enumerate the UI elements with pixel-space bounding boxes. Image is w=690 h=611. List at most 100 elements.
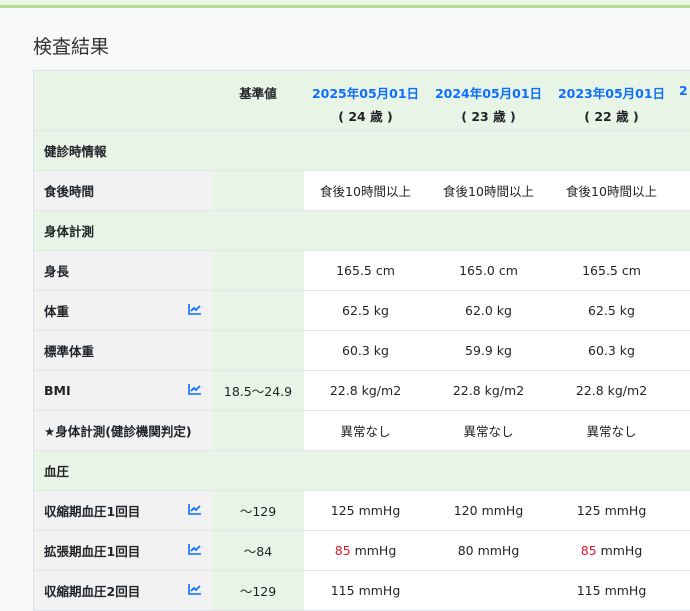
item-label: 身長: [44, 264, 70, 279]
item-label-cell: ★身体計測(健診機関判定): [34, 411, 212, 450]
value: 85: [334, 543, 351, 558]
result-value: [673, 171, 690, 210]
date-link[interactable]: 2025年05月01日: [312, 83, 419, 102]
result-value: 165.5 cm: [304, 251, 427, 290]
value: 62.5 kg: [588, 303, 635, 318]
value: 115: [576, 583, 601, 598]
base-value: [212, 251, 304, 290]
top-bar: [0, 0, 690, 8]
result-value: 62.5 kg: [304, 291, 427, 330]
chart-icon[interactable]: [188, 383, 202, 398]
table-row: 収縮期血圧2回目 〜129 115 mmHg 115 mmHg: [34, 571, 690, 611]
result-value: [427, 571, 550, 610]
item-label: 拡張期血圧1回目: [44, 544, 141, 559]
item-label-cell: 体重: [34, 291, 212, 330]
item-label: 食後時間: [44, 184, 95, 199]
value: 食後10時間以上: [320, 184, 411, 199]
chart-icon[interactable]: [188, 503, 202, 518]
value: 80: [457, 543, 474, 558]
date-link[interactable]: 2: [679, 83, 688, 98]
base-value: 〜129: [212, 571, 304, 610]
value: 異常なし: [463, 424, 514, 439]
result-value: 62.5 kg: [550, 291, 673, 330]
header-date-col[interactable]: 2024年05月01日 ( 23 歳 ): [427, 71, 550, 130]
value: 165.5 cm: [336, 263, 395, 278]
section-label: 身体計測: [44, 224, 95, 239]
table-row: 拡張期血圧1回目 〜84 85 mmHg 80 mmHg 85 mmHg: [34, 531, 690, 571]
result-value: [673, 291, 690, 330]
base-value: [212, 291, 304, 330]
chart-icon[interactable]: [188, 543, 202, 558]
value: 165.5 cm: [582, 263, 641, 278]
result-value: 60.3 kg: [550, 331, 673, 370]
result-value: [673, 411, 690, 450]
result-value: 食後10時間以上: [550, 171, 673, 210]
unit: mmHg: [473, 543, 520, 558]
item-label-cell: 身長: [34, 251, 212, 290]
date-link[interactable]: 2023年05月01日: [558, 83, 665, 102]
value: 165.0 cm: [459, 263, 518, 278]
item-label-cell: 収縮期血圧1回目: [34, 491, 212, 530]
table-row: 体重 62.5 kg 62.0 kg 62.5 kg: [34, 291, 690, 331]
result-value: 異常なし: [304, 411, 427, 450]
section-row: 血圧: [34, 451, 690, 491]
item-label: 収縮期血圧1回目: [44, 504, 141, 519]
base-value: [212, 331, 304, 370]
result-value: 85 mmHg: [304, 531, 427, 570]
result-value: 165.5 cm: [550, 251, 673, 290]
unit: mmHg: [350, 543, 397, 558]
table-header: 基準値 2025年05月01日 ( 24 歳 ) 2024年05月01日 ( 23 …: [34, 71, 690, 131]
result-value: [673, 571, 690, 610]
header-base: 基準値: [239, 86, 277, 101]
value: 60.3 kg: [342, 343, 389, 358]
item-label: BMI: [44, 383, 71, 398]
value: 60.3 kg: [588, 343, 635, 358]
item-label-cell: 拡張期血圧1回目: [34, 531, 212, 570]
unit: mmHg: [477, 503, 524, 518]
value: 59.9 kg: [465, 343, 512, 358]
result-value: 80 mmHg: [427, 531, 550, 570]
result-value: 115 mmHg: [550, 571, 673, 610]
chart-icon[interactable]: [188, 583, 202, 598]
result-value: [673, 531, 690, 570]
item-label: 収縮期血圧2回目: [44, 584, 141, 599]
value: 125: [330, 503, 355, 518]
item-label-cell: 収縮期血圧2回目: [34, 571, 212, 610]
header-date-col[interactable]: 2025年05月01日 ( 24 歳 ): [304, 71, 427, 130]
table-row: 標準体重 60.3 kg 59.9 kg 60.3 kg: [34, 331, 690, 371]
result-value: 22.8 kg/m2: [427, 371, 550, 410]
result-value: 115 mmHg: [304, 571, 427, 610]
table-row: 収縮期血圧1回目 〜129 125 mmHg 120 mmHg 125 mmHg: [34, 491, 690, 531]
section-row: 身体計測: [34, 211, 690, 251]
value: 食後10時間以上: [443, 184, 534, 199]
value: 異常なし: [340, 424, 391, 439]
result-value: 62.0 kg: [427, 291, 550, 330]
header-date-col[interactable]: 2: [673, 71, 690, 130]
chart-icon[interactable]: [188, 303, 202, 318]
item-label: ★身体計測(健診機関判定): [44, 424, 192, 439]
table-row: BMI 18.5〜24.9 22.8 kg/m2 22.8 kg/m2 22.8 kg/…: [34, 371, 690, 411]
item-label-cell: BMI: [34, 371, 212, 410]
item-label-cell: 食後時間: [34, 171, 212, 210]
result-value: [673, 331, 690, 370]
base-value: [212, 411, 304, 450]
value: 62.0 kg: [465, 303, 512, 318]
page-title: 検査結果: [33, 36, 110, 58]
result-value: 22.8 kg/m2: [550, 371, 673, 410]
value: 125: [576, 503, 601, 518]
table-row: 身長 165.5 cm 165.0 cm 165.5 cm: [34, 251, 690, 291]
result-value: 異常なし: [550, 411, 673, 450]
section-label: 健診時情報: [44, 144, 107, 159]
value: 22.8 kg/m2: [575, 383, 648, 398]
date-link[interactable]: 2024年05月01日: [435, 83, 542, 102]
item-label: 体重: [44, 304, 70, 319]
value: 食後10時間以上: [566, 184, 657, 199]
unit: mmHg: [600, 583, 647, 598]
header-date-col[interactable]: 2023年05月01日 ( 22 歳 ): [550, 71, 673, 130]
section-label: 血圧: [44, 464, 70, 479]
section-row: 健診時情報: [34, 131, 690, 171]
base-value: 18.5〜24.9: [212, 371, 304, 410]
value: 120: [453, 503, 478, 518]
value: 異常なし: [586, 424, 637, 439]
result-value: [673, 251, 690, 290]
